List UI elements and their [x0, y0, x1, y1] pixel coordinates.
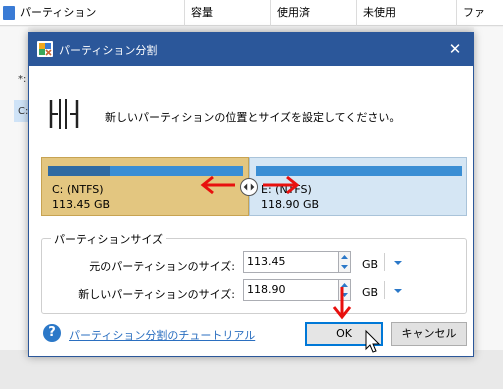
partition-c-block[interactable]: C: (NTFS) 113.45 GB — [41, 157, 249, 216]
split-partition-dialog: パーティション分割 ✕ 新しいパーティションの位置とサイズを設定してください。 … — [28, 32, 474, 357]
spin-up-icon[interactable] — [339, 252, 350, 262]
background-partition-list: *: C: — [0, 27, 34, 389]
app-icon — [37, 41, 53, 57]
column-capacity[interactable]: 容量 — [184, 0, 270, 26]
partition-size-group — [41, 238, 467, 314]
new-size-spinner[interactable] — [339, 279, 351, 301]
column-unused[interactable]: 未使用 — [356, 0, 456, 26]
background-right-edge — [474, 27, 503, 389]
new-unit-dropdown-icon[interactable] — [392, 285, 404, 297]
partition-e-name: E: (NTFS) — [261, 183, 312, 196]
spin-down-icon[interactable] — [339, 290, 350, 300]
spin-up-icon[interactable] — [339, 280, 350, 290]
row-fragment-2: C: — [18, 106, 29, 117]
partition-c-usage-bar — [48, 166, 243, 176]
instruction-text: 新しいパーティションの位置とサイズを設定してください。 — [105, 111, 401, 124]
column-partition[interactable]: パーティション — [14, 0, 96, 26]
column-filesystem[interactable]: ファ — [456, 0, 503, 26]
divider — [384, 281, 385, 299]
original-size-unit: GB — [362, 258, 379, 271]
column-used[interactable]: 使用済 — [270, 0, 356, 26]
divider — [384, 253, 385, 271]
partition-size-group-title: パーティションサイズ — [51, 231, 167, 247]
spin-down-icon[interactable] — [339, 262, 350, 272]
cancel-button[interactable]: キャンセル — [391, 322, 467, 346]
new-size-field[interactable]: 118.90 — [243, 279, 339, 301]
partition-c-used-fill — [48, 166, 111, 176]
new-size-label: 新しいパーティションのサイズ: — [78, 288, 235, 301]
original-size-label: 元のパーティションのサイズ: — [89, 260, 235, 273]
new-size-unit: GB — [362, 286, 379, 299]
partition-c-size: 113.45 GB — [52, 198, 111, 211]
original-unit-dropdown-icon[interactable] — [392, 257, 404, 269]
dialog-title: パーティション分割 — [59, 44, 158, 57]
row-fragment-1: *: — [18, 74, 27, 85]
help-icon[interactable]: ? — [43, 324, 61, 342]
partition-e-usage-bar — [256, 166, 462, 176]
partition-e-size: 118.90 GB — [261, 198, 320, 211]
ok-button[interactable]: OK — [305, 322, 383, 346]
partition-table-header: パーティション 容量 使用済 未使用 ファ — [0, 0, 503, 26]
original-size-spinner[interactable] — [339, 251, 351, 273]
dialog-titlebar[interactable]: パーティション分割 ✕ — [29, 33, 473, 66]
partition-c-name: C: (NTFS) — [52, 183, 104, 196]
tutorial-link[interactable]: パーティション分割のチュートリアル — [69, 327, 255, 343]
split-icon — [49, 99, 79, 129]
original-size-field[interactable]: 113.45 — [243, 251, 339, 273]
partition-e-block[interactable]: E: (NTFS) 118.90 GB — [249, 157, 467, 216]
resize-handle-icon[interactable] — [240, 178, 258, 196]
close-icon[interactable]: ✕ — [445, 39, 465, 59]
